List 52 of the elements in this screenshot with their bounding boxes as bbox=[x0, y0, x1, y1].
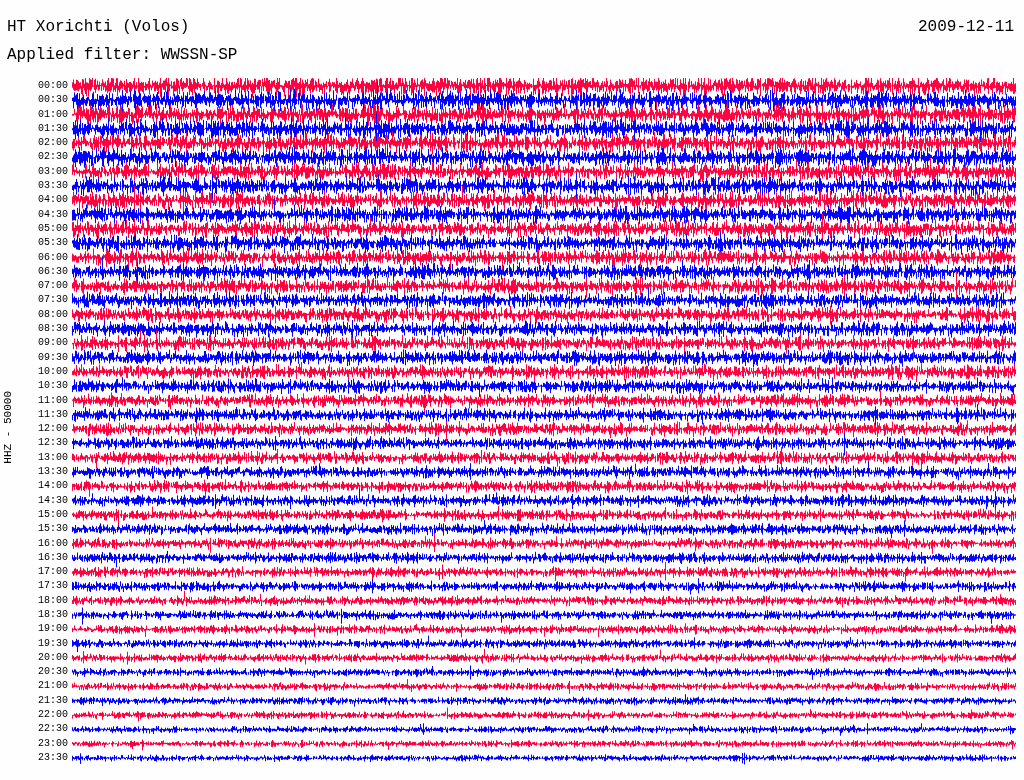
time-label: 05:30 bbox=[37, 236, 69, 251]
time-label: 15:00 bbox=[37, 507, 69, 522]
time-label: 23:00 bbox=[37, 736, 69, 751]
time-label: 18:30 bbox=[37, 608, 69, 622]
time-label: 20:30 bbox=[37, 665, 69, 680]
date-label: 2009-12-11 bbox=[918, 18, 1015, 38]
time-label: 06:30 bbox=[37, 264, 69, 279]
time-label: 10:30 bbox=[37, 379, 69, 394]
axis-label: HHZ - 50000 bbox=[2, 390, 14, 464]
time-label: 11:00 bbox=[37, 393, 69, 408]
time-label: 19:00 bbox=[37, 622, 69, 637]
time-label: 12:30 bbox=[37, 436, 69, 451]
time-label: 09:30 bbox=[37, 350, 69, 365]
time-label: 23:30 bbox=[37, 750, 69, 765]
time-label: 10:00 bbox=[37, 364, 69, 379]
time-label: 17:30 bbox=[37, 579, 69, 594]
time-label: 06:00 bbox=[37, 250, 69, 265]
time-label: 16:00 bbox=[37, 536, 69, 551]
time-label: 18:00 bbox=[37, 593, 69, 608]
time-label: 05:00 bbox=[37, 221, 69, 236]
time-label: 04:30 bbox=[37, 207, 69, 222]
time-label: 13:00 bbox=[37, 450, 69, 465]
time-label: 08:00 bbox=[37, 307, 69, 322]
time-label: 15:30 bbox=[37, 522, 69, 537]
time-label: 21:30 bbox=[37, 693, 69, 708]
time-label: 07:00 bbox=[37, 279, 69, 294]
time-label: 01:30 bbox=[37, 121, 69, 136]
time-label: 02:30 bbox=[37, 150, 69, 165]
time-label: 00:00 bbox=[37, 79, 69, 93]
time-label: 07:30 bbox=[37, 293, 69, 308]
time-label: 20:00 bbox=[37, 650, 69, 665]
time-label: 22:30 bbox=[37, 722, 69, 737]
time-label: 04:00 bbox=[37, 193, 69, 208]
time-label: 13:30 bbox=[37, 465, 69, 479]
time-label: 02:00 bbox=[37, 136, 69, 151]
time-label: 17:00 bbox=[37, 565, 69, 580]
time-label: 22:00 bbox=[37, 708, 69, 723]
station-title: HT Xorichti (Volos) bbox=[7, 18, 191, 36]
time-label: 01:00 bbox=[37, 107, 69, 122]
time-label: 11:30 bbox=[37, 407, 69, 422]
time-label: 03:00 bbox=[37, 164, 69, 179]
time-label: 21:00 bbox=[37, 679, 69, 694]
time-label: 03:30 bbox=[37, 179, 69, 194]
time-label: 00:30 bbox=[37, 93, 69, 108]
time-label: 12:00 bbox=[37, 422, 69, 437]
filter-label: Applied filter: WWSSN-SP bbox=[7, 46, 238, 64]
time-label: 09:00 bbox=[37, 336, 69, 351]
time-label: 14:00 bbox=[37, 479, 69, 494]
time-label: 08:30 bbox=[37, 322, 69, 337]
time-label: 19:30 bbox=[37, 636, 69, 651]
time-label: 16:30 bbox=[37, 550, 69, 565]
time-label: 14:30 bbox=[37, 493, 69, 508]
